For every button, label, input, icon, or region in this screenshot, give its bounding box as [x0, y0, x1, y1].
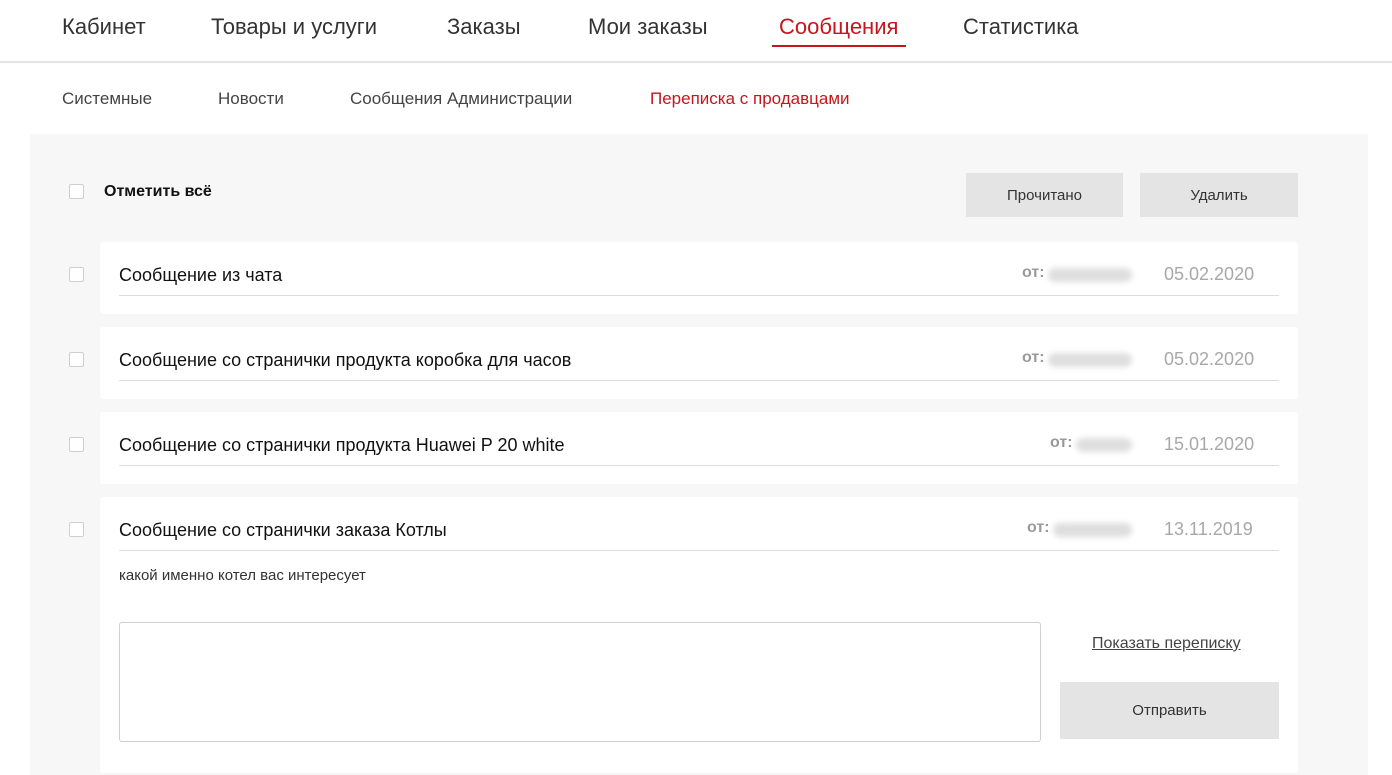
subnav-item-system[interactable]: Системные	[62, 89, 152, 109]
message-from-label: от:	[1050, 434, 1073, 451]
message-subject[interactable]: Сообщение со странички продукта Huawei P…	[119, 435, 565, 456]
message-date: 05.02.2020	[1164, 349, 1255, 369]
message-row-expanded: Сообщение со странички заказа Котлы от: …	[100, 497, 1298, 773]
message-subject[interactable]: Сообщение со странички продукта коробка …	[119, 350, 571, 371]
message-sender-redacted	[1048, 268, 1132, 282]
subnav-item-seller-correspondence[interactable]: Переписка с продавцами	[650, 89, 850, 109]
message-divider	[119, 380, 1279, 381]
send-button[interactable]: Отправить	[1060, 682, 1279, 739]
message-body: какой именно котел вас интересует	[119, 567, 366, 584]
message-divider	[119, 465, 1279, 466]
mark-read-button[interactable]: Прочитано	[966, 173, 1123, 217]
message-subject[interactable]: Сообщение со странички заказа Котлы	[119, 520, 447, 541]
message-from-label: от:	[1022, 349, 1045, 366]
select-all-label[interactable]: Отметить всё	[104, 183, 212, 201]
nav-item-my-orders[interactable]: Мои заказы	[588, 14, 708, 40]
message-divider	[119, 295, 1279, 296]
subnav-item-news[interactable]: Новости	[218, 89, 284, 109]
message-row[interactable]: Сообщение со странички продукта Huawei P…	[100, 412, 1298, 484]
message-checkbox[interactable]	[69, 522, 84, 537]
message-row[interactable]: Сообщение со странички продукта коробка …	[100, 327, 1298, 399]
message-from-label: от:	[1027, 519, 1050, 536]
nav-item-orders[interactable]: Заказы	[447, 14, 521, 40]
subnav-item-admin-messages[interactable]: Сообщения Администрации	[350, 89, 572, 109]
message-subject[interactable]: Сообщение из чата	[119, 265, 282, 286]
nav-item-statistics[interactable]: Статистика	[963, 14, 1079, 40]
message-checkbox[interactable]	[69, 267, 84, 282]
select-all-checkbox[interactable]	[69, 184, 84, 199]
message-date: 15.01.2020	[1164, 434, 1255, 454]
message-sender-redacted	[1048, 353, 1132, 367]
message-sender-redacted	[1053, 523, 1132, 537]
message-row[interactable]: Сообщение из чата от: 05.02.2020	[100, 242, 1298, 314]
nav-item-cabinet[interactable]: Кабинет	[62, 14, 146, 40]
active-tab-underline	[772, 45, 906, 47]
message-sender-redacted	[1076, 438, 1132, 452]
nav-item-products-services[interactable]: Товары и услуги	[211, 14, 377, 40]
message-checkbox[interactable]	[69, 352, 84, 367]
message-date: 13.11.2019	[1164, 519, 1253, 539]
message-date: 05.02.2020	[1164, 264, 1255, 284]
delete-button[interactable]: Удалить	[1140, 173, 1298, 217]
message-from-label: от:	[1022, 264, 1045, 281]
top-navigation: Кабинет Товары и услуги Заказы Мои заказ…	[0, 0, 1392, 63]
nav-item-messages[interactable]: Сообщения	[779, 14, 898, 40]
show-thread-link[interactable]: Показать переписку	[1092, 635, 1241, 653]
message-checkbox[interactable]	[69, 437, 84, 452]
message-divider	[119, 550, 1279, 551]
reply-textarea[interactable]	[119, 622, 1041, 742]
